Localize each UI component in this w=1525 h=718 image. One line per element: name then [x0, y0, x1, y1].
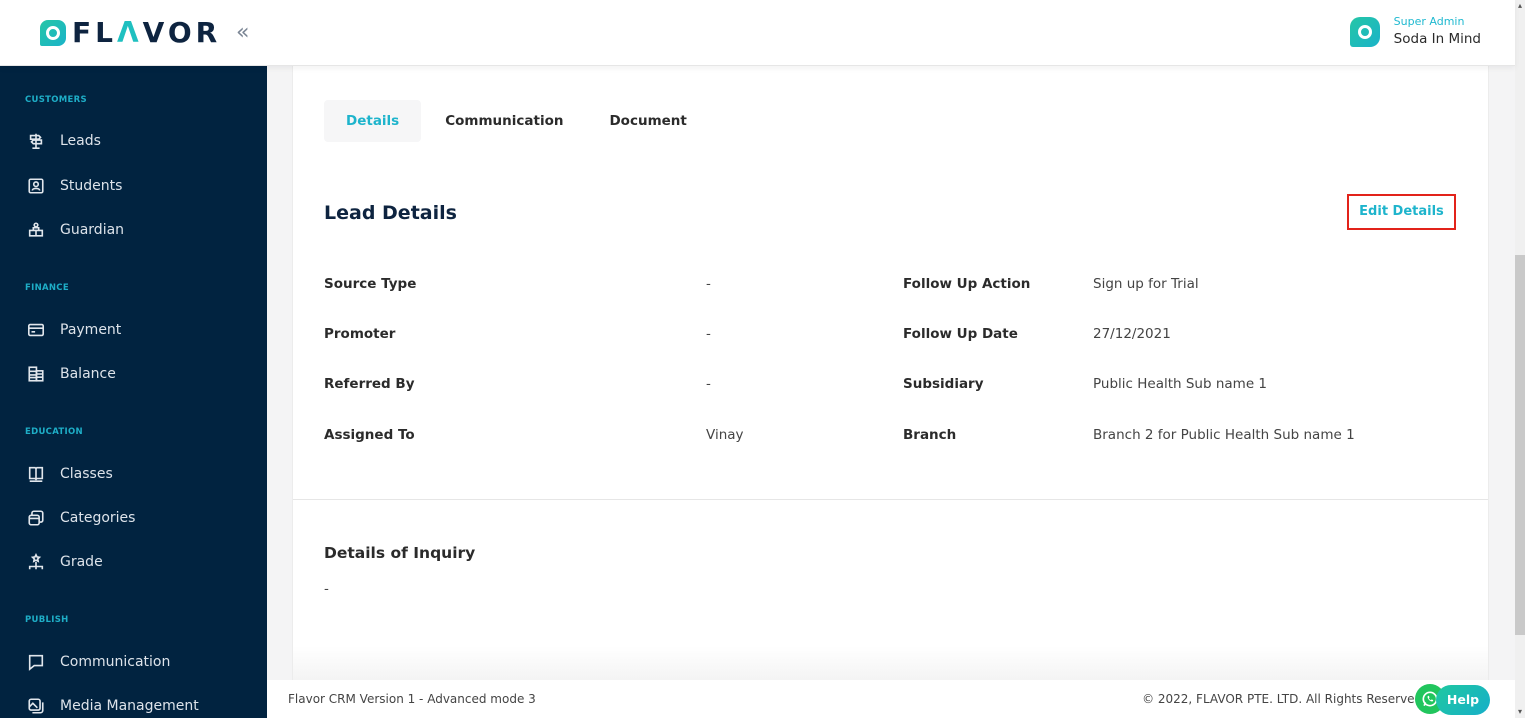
edit-details-button[interactable]: Edit Details [1347, 194, 1456, 230]
scrollbar-thumb[interactable] [1515, 255, 1525, 635]
media-icon [26, 696, 46, 716]
sidebar-section-education: EDUCATION [25, 427, 83, 437]
field-value-subsidiary: Public Health Sub name 1 [1093, 376, 1268, 392]
user-name: Soda In Mind [1393, 31, 1481, 47]
avatar [1349, 16, 1380, 47]
version-text: Flavor CRM Version 1 - Advanced mode 3 [288, 692, 536, 706]
scroll-down-icon[interactable]: ▾ [1515, 706, 1525, 718]
sidebar-item-categories[interactable]: Categories [26, 506, 135, 530]
scroll-up-icon[interactable]: ▴ [1515, 0, 1525, 12]
user-role: Super Admin [1393, 15, 1465, 28]
stacked-boxes-icon [26, 508, 46, 528]
sidebar-item-leads[interactable]: Leads [26, 129, 101, 153]
sidebar-item-media-management[interactable]: Media Management [26, 694, 199, 718]
field-value-follow-up-date: 27/12/2021 [1093, 326, 1171, 342]
field-label-assigned-to: Assigned To [324, 427, 415, 443]
field-value-follow-up-action: Sign up for Trial [1093, 276, 1199, 292]
sidebar: CUSTOMERS Leads Students Guardian FINANC… [0, 66, 267, 718]
student-card-icon [26, 176, 46, 196]
copyright-text: © 2022, FLAVOR PTE. LTD. All Rights Rese… [1142, 692, 1426, 706]
field-value-branch: Branch 2 for Public Health Sub name 1 [1093, 427, 1355, 443]
sidebar-section-customers: CUSTOMERS [25, 95, 87, 105]
field-value-source-type: - [706, 276, 711, 292]
page-title: Lead Details [324, 202, 457, 224]
hierarchy-icon [26, 552, 46, 572]
page-footer: Flavor CRM Version 1 - Advanced mode 3 ©… [267, 680, 1515, 718]
tab-document[interactable]: Document [587, 100, 708, 142]
field-value-promoter: - [706, 326, 711, 342]
tab-details[interactable]: Details [324, 100, 422, 142]
field-label-subsidiary: Subsidiary [903, 376, 984, 392]
sidebar-item-guardian[interactable]: Guardian [26, 218, 124, 242]
sidebar-section-publish: PUBLISH [25, 615, 69, 625]
sidebar-item-classes[interactable]: Classes [26, 462, 113, 486]
message-icon [26, 652, 46, 672]
sidebar-item-students[interactable]: Students [26, 174, 122, 198]
field-value-referred-by: - [706, 376, 711, 392]
field-label-branch: Branch [903, 427, 957, 443]
field-label-promoter: Promoter [324, 326, 396, 342]
field-label-referred-by: Referred By [324, 376, 415, 392]
page-scrollbar[interactable]: ▴ ▾ [1515, 0, 1525, 718]
signpost-icon [26, 131, 46, 151]
tab-bar: Details Communication Document [324, 100, 709, 142]
field-value-assigned-to: Vinay [706, 427, 744, 443]
collapse-sidebar-icon[interactable]: « [236, 20, 249, 46]
flavor-logo[interactable]: FLΛVOR [40, 18, 221, 48]
sidebar-item-payment[interactable]: Payment [26, 318, 121, 342]
book-icon [26, 464, 46, 484]
logo-mark-icon [40, 20, 66, 46]
sidebar-section-finance: FINANCE [25, 283, 69, 293]
sidebar-item-grade[interactable]: Grade [26, 550, 103, 574]
sidebar-item-balance[interactable]: Balance [26, 362, 116, 386]
help-button[interactable]: Help [1436, 685, 1490, 715]
field-label-source-type: Source Type [324, 276, 417, 292]
inquiry-value: - [324, 581, 329, 597]
section-divider [293, 499, 1488, 500]
sidebar-item-communication[interactable]: Communication [26, 650, 170, 674]
lead-details-card: Details Communication Document Lead Deta… [292, 66, 1489, 686]
inquiry-title: Details of Inquiry [324, 544, 476, 562]
tab-communication[interactable]: Communication [423, 100, 585, 142]
user-profile[interactable]: Super Admin Soda In Mind [1349, 14, 1481, 49]
top-header: FLΛVOR « Super Admin Soda In Mind [0, 0, 1515, 66]
field-label-follow-up-action: Follow Up Action [903, 276, 1031, 292]
credit-card-icon [26, 320, 46, 340]
field-label-follow-up-date: Follow Up Date [903, 326, 1018, 342]
guardian-icon [26, 220, 46, 240]
ledger-icon [26, 364, 46, 384]
